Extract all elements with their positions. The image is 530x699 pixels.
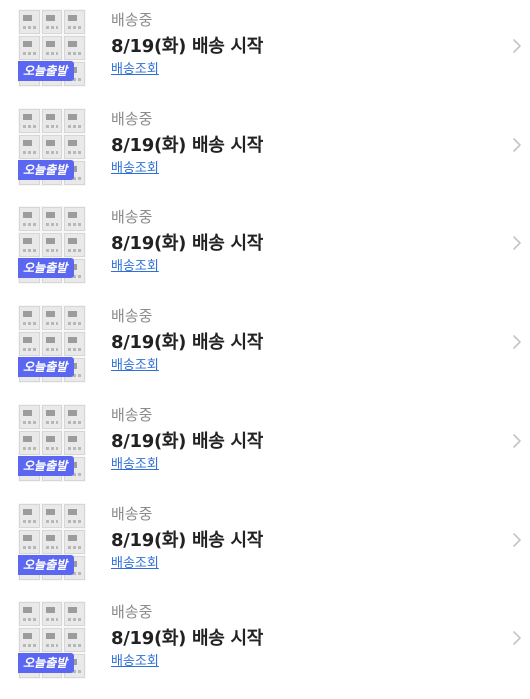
delivery-status: 배송중 [111, 504, 153, 523]
delivery-status: 배송중 [111, 208, 153, 227]
product-thumbnail[interactable]: 오늘출발 [18, 502, 86, 581]
shipping-start-date: 8/19(화) 배송 시작 [111, 36, 264, 57]
order-row[interactable]: 오늘출발 배송중 8/19(화) 배송 시작 배송조회 [0, 395, 530, 491]
product-thumbnail[interactable]: 오늘출발 [18, 403, 86, 482]
product-thumbnail[interactable]: 오늘출발 [18, 601, 86, 680]
same-day-badge: 오늘출발 [18, 357, 75, 378]
chevron-right-icon[interactable] [512, 529, 522, 551]
same-day-badge: 오늘출발 [18, 455, 75, 476]
order-row[interactable]: 오늘출발 배송중 8/19(화) 배송 시작 배송조회 [0, 197, 530, 293]
track-shipment-link[interactable]: 배송조회 [111, 653, 159, 671]
same-day-badge: 오늘출발 [18, 653, 75, 674]
shipping-start-date: 8/19(화) 배송 시작 [111, 233, 264, 255]
chevron-right-icon[interactable] [512, 627, 522, 649]
shipping-start-date: 8/19(화) 배송 시작 [111, 430, 264, 452]
track-shipment-link[interactable]: 배송조회 [111, 61, 159, 79]
chevron-right-icon[interactable] [512, 331, 522, 353]
product-thumbnail[interactable]: 오늘출발 [18, 107, 86, 186]
order-list: 오늘출발 배송중 8/19(화) 배송 시작 배송조회 오늘출발 배송중 8/1… [0, 0, 530, 699]
shipping-start-date: 8/19(화) 배송 시작 [111, 332, 264, 354]
track-shipment-link[interactable]: 배송조회 [111, 555, 159, 573]
delivery-status: 배송중 [111, 405, 153, 424]
same-day-badge: 오늘출발 [18, 258, 75, 279]
track-shipment-link[interactable]: 배송조회 [111, 160, 159, 178]
chevron-right-icon[interactable] [512, 134, 522, 156]
delivery-status: 배송중 [111, 109, 153, 128]
track-shipment-link[interactable]: 배송조회 [111, 456, 159, 474]
shipping-start-date: 8/19(화) 배송 시작 [111, 529, 264, 551]
order-row[interactable]: 오늘출발 배송중 8/19(화) 배송 시작 배송조회 [0, 296, 530, 392]
track-shipment-link[interactable]: 배송조회 [111, 258, 159, 276]
delivery-status: 배송중 [111, 603, 153, 622]
shipping-start-date: 8/19(화) 배송 시작 [111, 628, 264, 650]
chevron-right-icon[interactable] [512, 35, 522, 57]
product-thumbnail[interactable]: 오늘출발 [18, 305, 86, 384]
shipping-start-date: 8/19(화) 배송 시작 [111, 134, 264, 156]
order-row[interactable]: 오늘출발 배송중 8/19(화) 배송 시작 배송조회 [0, 99, 530, 195]
track-shipment-link[interactable]: 배송조회 [111, 357, 159, 375]
same-day-badge: 오늘출발 [18, 61, 75, 81]
delivery-status: 배송중 [111, 307, 153, 326]
same-day-badge: 오늘출발 [18, 554, 75, 575]
order-row[interactable]: 오늘출발 배송중 8/19(화) 배송 시작 배송조회 [0, 0, 530, 96]
product-thumbnail[interactable]: 오늘출발 [18, 9, 86, 87]
order-row[interactable]: 오늘출발 배송중 8/19(화) 배송 시작 배송조회 [0, 494, 530, 590]
chevron-right-icon[interactable] [512, 232, 522, 254]
same-day-badge: 오늘출발 [18, 159, 75, 180]
chevron-right-icon[interactable] [512, 430, 522, 452]
delivery-status: 배송중 [111, 11, 153, 29]
order-row[interactable]: 오늘출발 배송중 8/19(화) 배송 시작 배송조회 [0, 592, 530, 688]
product-thumbnail[interactable]: 오늘출발 [18, 206, 86, 285]
